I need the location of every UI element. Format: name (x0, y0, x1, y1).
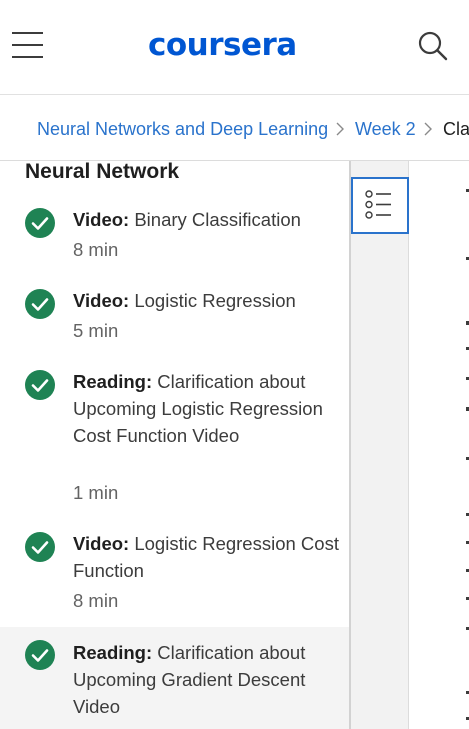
list-outline-icon (365, 190, 391, 219)
outline-toolbar (351, 161, 409, 729)
chevron-right-icon (424, 122, 432, 136)
item-type: Video: (73, 290, 130, 311)
section-title: Neural Network (25, 161, 180, 183)
item-title: Video: Logistic Regression (73, 287, 343, 314)
list-item[interactable]: Video: Binary Classification 8 min (0, 201, 349, 271)
outline-toggle-button[interactable] (351, 177, 409, 234)
item-duration: 8 min (73, 590, 119, 611)
item-title: Video: Binary Classification (73, 206, 343, 233)
list-item[interactable]: Reading: Clarification about Upcoming Lo… (0, 363, 349, 513)
item-name: Logistic Regression (134, 290, 296, 311)
list-item[interactable]: Video: Logistic Regression Cost Function… (0, 525, 349, 621)
check-circle-icon (25, 289, 55, 319)
item-duration: 5 min (73, 320, 119, 341)
main-content-pane (410, 161, 469, 729)
item-title: Reading: Clarification about Upcoming Lo… (73, 368, 343, 449)
content-area: Neural Network Video: Binary Classificat… (0, 161, 469, 729)
breadcrumb: Neural Networks and Deep Learning Week 2… (0, 96, 469, 161)
item-name: Binary Classification (134, 209, 301, 230)
list-item[interactable]: Video: Logistic Regression 5 min (0, 282, 349, 352)
item-title: Reading: Clarification about Upcoming Gr… (73, 639, 343, 720)
check-circle-icon (25, 208, 55, 238)
breadcrumb-week-link[interactable]: Week 2 (355, 118, 416, 140)
list-item-current[interactable]: Reading: Clarification about Upcoming Gr… (0, 627, 349, 729)
item-duration: 8 min (73, 239, 119, 260)
item-type: Reading: (73, 371, 153, 392)
breadcrumb-course-link[interactable]: Neural Networks and Deep Learning (37, 118, 328, 140)
course-outline-sidebar: Neural Network Video: Binary Classificat… (0, 161, 349, 729)
top-bar: coursera (0, 0, 469, 95)
search-icon[interactable] (417, 30, 449, 62)
check-circle-icon (25, 370, 55, 400)
check-circle-icon (25, 640, 55, 670)
breadcrumb-current-page: Cla (443, 119, 469, 139)
item-title: Video: Logistic Regression Cost Function (73, 530, 343, 584)
item-type: Video: (73, 209, 130, 230)
item-type: Reading: (73, 642, 153, 663)
hamburger-menu-icon[interactable] (12, 32, 43, 58)
item-duration: 1 min (73, 482, 119, 503)
check-circle-icon (25, 532, 55, 562)
chevron-right-icon (336, 122, 344, 136)
coursera-logo[interactable]: coursera (148, 26, 297, 64)
item-type: Video: (73, 533, 130, 554)
